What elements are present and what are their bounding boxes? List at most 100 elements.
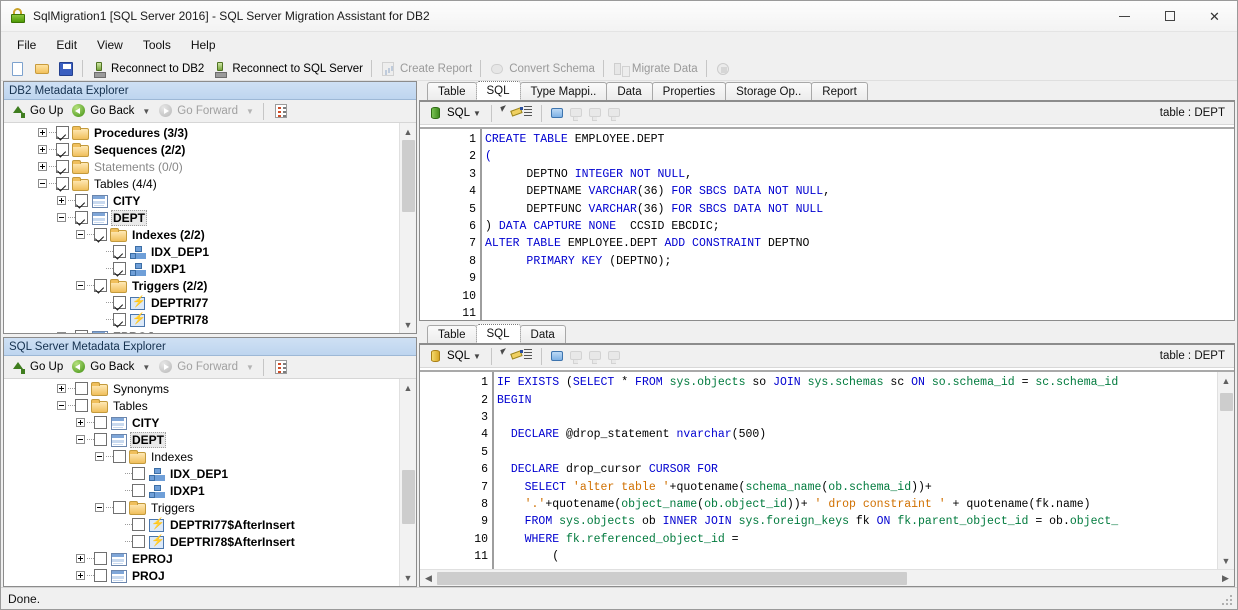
- expand-icon[interactable]: [36, 143, 49, 156]
- blue-window-icon[interactable]: [549, 105, 565, 121]
- tree-item-checkbox[interactable]: [94, 228, 107, 241]
- close-button[interactable]: ✕: [1192, 1, 1237, 32]
- expand-icon[interactable]: [74, 416, 87, 429]
- tree-item[interactable]: Indexes: [4, 448, 399, 465]
- bottom-scroll-down-icon[interactable]: ▼: [1218, 552, 1235, 569]
- db2-go-forward-button[interactable]: Go Forward: [155, 102, 241, 120]
- tree-item[interactable]: DEPTRI78$AfterInsert: [4, 533, 399, 550]
- tree-item-checkbox[interactable]: [113, 262, 126, 275]
- sqlserver-tree[interactable]: SynonymsTablesCITYDEPTIndexesIDX_DEP1IDX…: [4, 379, 399, 586]
- top-code-text[interactable]: CREATE TABLE EMPLOYEE.DEPT( DEPTNO INTEG…: [482, 129, 1234, 320]
- tree-item-checkbox[interactable]: [132, 518, 145, 531]
- bubble-back-icon[interactable]: [568, 105, 584, 121]
- tree-item-checkbox[interactable]: [75, 330, 88, 333]
- ss-tree-vscrollbar[interactable]: ▲ ▼: [399, 379, 416, 586]
- collapse-icon[interactable]: [74, 279, 87, 292]
- select-cursor-icon[interactable]: [499, 105, 515, 121]
- tree-item-checkbox[interactable]: [56, 160, 69, 173]
- tree-item[interactable]: IDX_DEP1: [4, 243, 399, 260]
- tree-item[interactable]: Synonyms: [4, 380, 399, 397]
- db2-tree-vscrollbar[interactable]: ▲ ▼: [399, 123, 416, 333]
- ss-scroll-track[interactable]: [400, 396, 417, 569]
- tree-item[interactable]: Procedures (3/3): [4, 124, 399, 141]
- bubble-forward-icon[interactable]: [587, 105, 603, 121]
- menu-item-file[interactable]: File: [7, 35, 46, 55]
- hscroll-thumb[interactable]: [437, 572, 907, 585]
- expand-icon[interactable]: [55, 330, 68, 333]
- bubble-forward-icon[interactable]: [587, 348, 603, 364]
- bubble-search-icon[interactable]: [606, 348, 622, 364]
- top-sql-mode-button[interactable]: SQL ▼: [425, 104, 484, 122]
- tree-item-checkbox[interactable]: [94, 433, 107, 446]
- tree-item-checkbox[interactable]: [113, 313, 126, 326]
- tree-item-checkbox[interactable]: [94, 569, 107, 582]
- chevron-down-icon[interactable]: ▼: [473, 352, 481, 361]
- ss-go-forward-dropdown-icon[interactable]: ▼: [243, 363, 257, 372]
- bubble-search-icon[interactable]: [606, 105, 622, 121]
- tree-item-checkbox[interactable]: [132, 484, 145, 497]
- tree-item-checkbox[interactable]: [94, 552, 107, 565]
- tree-item[interactable]: EPROJ: [4, 550, 399, 567]
- collapse-icon[interactable]: [55, 399, 68, 412]
- save-project-button[interactable]: [54, 58, 78, 79]
- ss-go-up-button[interactable]: Go Up: [8, 358, 66, 376]
- top-tab-type-mappi[interactable]: Type Mappi..: [520, 82, 608, 100]
- tree-item[interactable]: Triggers (2/2): [4, 277, 399, 294]
- indent-lines-icon[interactable]: [518, 348, 534, 364]
- collapse-icon[interactable]: [55, 211, 68, 224]
- tree-item[interactable]: IDXP1: [4, 260, 399, 277]
- open-project-button[interactable]: [30, 58, 54, 79]
- reconnect-db2-button[interactable]: Reconnect to DB2: [87, 58, 208, 79]
- tree-item[interactable]: CITY: [4, 192, 399, 209]
- top-tab-properties[interactable]: Properties: [652, 82, 726, 100]
- tree-item[interactable]: DEPTRI77$AfterInsert: [4, 516, 399, 533]
- migrate-data-button[interactable]: Migrate Data: [608, 58, 702, 79]
- expand-icon[interactable]: [74, 569, 87, 582]
- chevron-down-icon[interactable]: ▼: [473, 109, 481, 118]
- collapse-icon[interactable]: [93, 450, 106, 463]
- select-cursor-icon[interactable]: [499, 348, 515, 364]
- expand-icon[interactable]: [36, 160, 49, 173]
- menu-item-tools[interactable]: Tools: [133, 35, 181, 55]
- tree-item[interactable]: PROJ: [4, 567, 399, 584]
- top-tab-storage-op[interactable]: Storage Op..: [725, 82, 812, 100]
- db2-tree[interactable]: Procedures (3/3)Sequences (2/2)Statement…: [4, 123, 399, 333]
- ss-scroll-thumb[interactable]: [402, 470, 415, 524]
- tree-item[interactable]: DEPT: [4, 431, 399, 448]
- db2-properties-button[interactable]: [270, 102, 292, 120]
- indent-lines-icon[interactable]: [518, 105, 534, 121]
- tree-item-checkbox[interactable]: [113, 501, 126, 514]
- bottom-code-hscrollbar[interactable]: ◀ ▶: [420, 569, 1234, 586]
- bottom-tab-table[interactable]: Table: [427, 325, 477, 343]
- tree-item[interactable]: IDX_DEP1: [4, 465, 399, 482]
- tree-item-checkbox[interactable]: [75, 399, 88, 412]
- new-project-button[interactable]: [6, 58, 30, 79]
- db2-scroll-up-icon[interactable]: ▲: [400, 123, 417, 140]
- top-tab-data[interactable]: Data: [606, 82, 652, 100]
- bottom-scroll-track[interactable]: [1218, 389, 1235, 552]
- tree-item[interactable]: EPROJ: [4, 328, 399, 333]
- ss-properties-button[interactable]: [270, 358, 292, 376]
- tree-item-checkbox[interactable]: [56, 177, 69, 190]
- db2-go-back-button[interactable]: Go Back: [68, 102, 137, 120]
- ss-go-forward-button[interactable]: Go Forward: [155, 358, 241, 376]
- resize-grip-icon[interactable]: [1222, 595, 1234, 607]
- tree-item[interactable]: Triggers: [4, 499, 399, 516]
- bottom-code-vscrollbar[interactable]: ▲ ▼: [1217, 372, 1234, 569]
- bottom-code-area[interactable]: 123456789101112 IF EXISTS (SELECT * FROM…: [420, 370, 1234, 569]
- top-code-area[interactable]: 1234567891011121314 CREATE TABLE EMPLOYE…: [420, 127, 1234, 320]
- db2-scroll-thumb[interactable]: [402, 140, 415, 212]
- ss-scroll-up-icon[interactable]: ▲: [400, 379, 417, 396]
- tree-item-checkbox[interactable]: [113, 450, 126, 463]
- create-report-button[interactable]: Create Report: [376, 58, 476, 79]
- hscroll-left-icon[interactable]: ◀: [420, 570, 437, 587]
- tree-item[interactable]: DEPTRI77: [4, 294, 399, 311]
- tree-item[interactable]: Statements (0/0): [4, 158, 399, 175]
- menu-item-view[interactable]: View: [87, 35, 133, 55]
- top-tab-table[interactable]: Table: [427, 82, 477, 100]
- top-tab-sql[interactable]: SQL: [476, 81, 521, 100]
- db2-scroll-down-icon[interactable]: ▼: [400, 316, 417, 333]
- bubble-back-icon[interactable]: [568, 348, 584, 364]
- bottom-tab-sql[interactable]: SQL: [476, 324, 521, 343]
- top-tab-report[interactable]: Report: [811, 82, 868, 100]
